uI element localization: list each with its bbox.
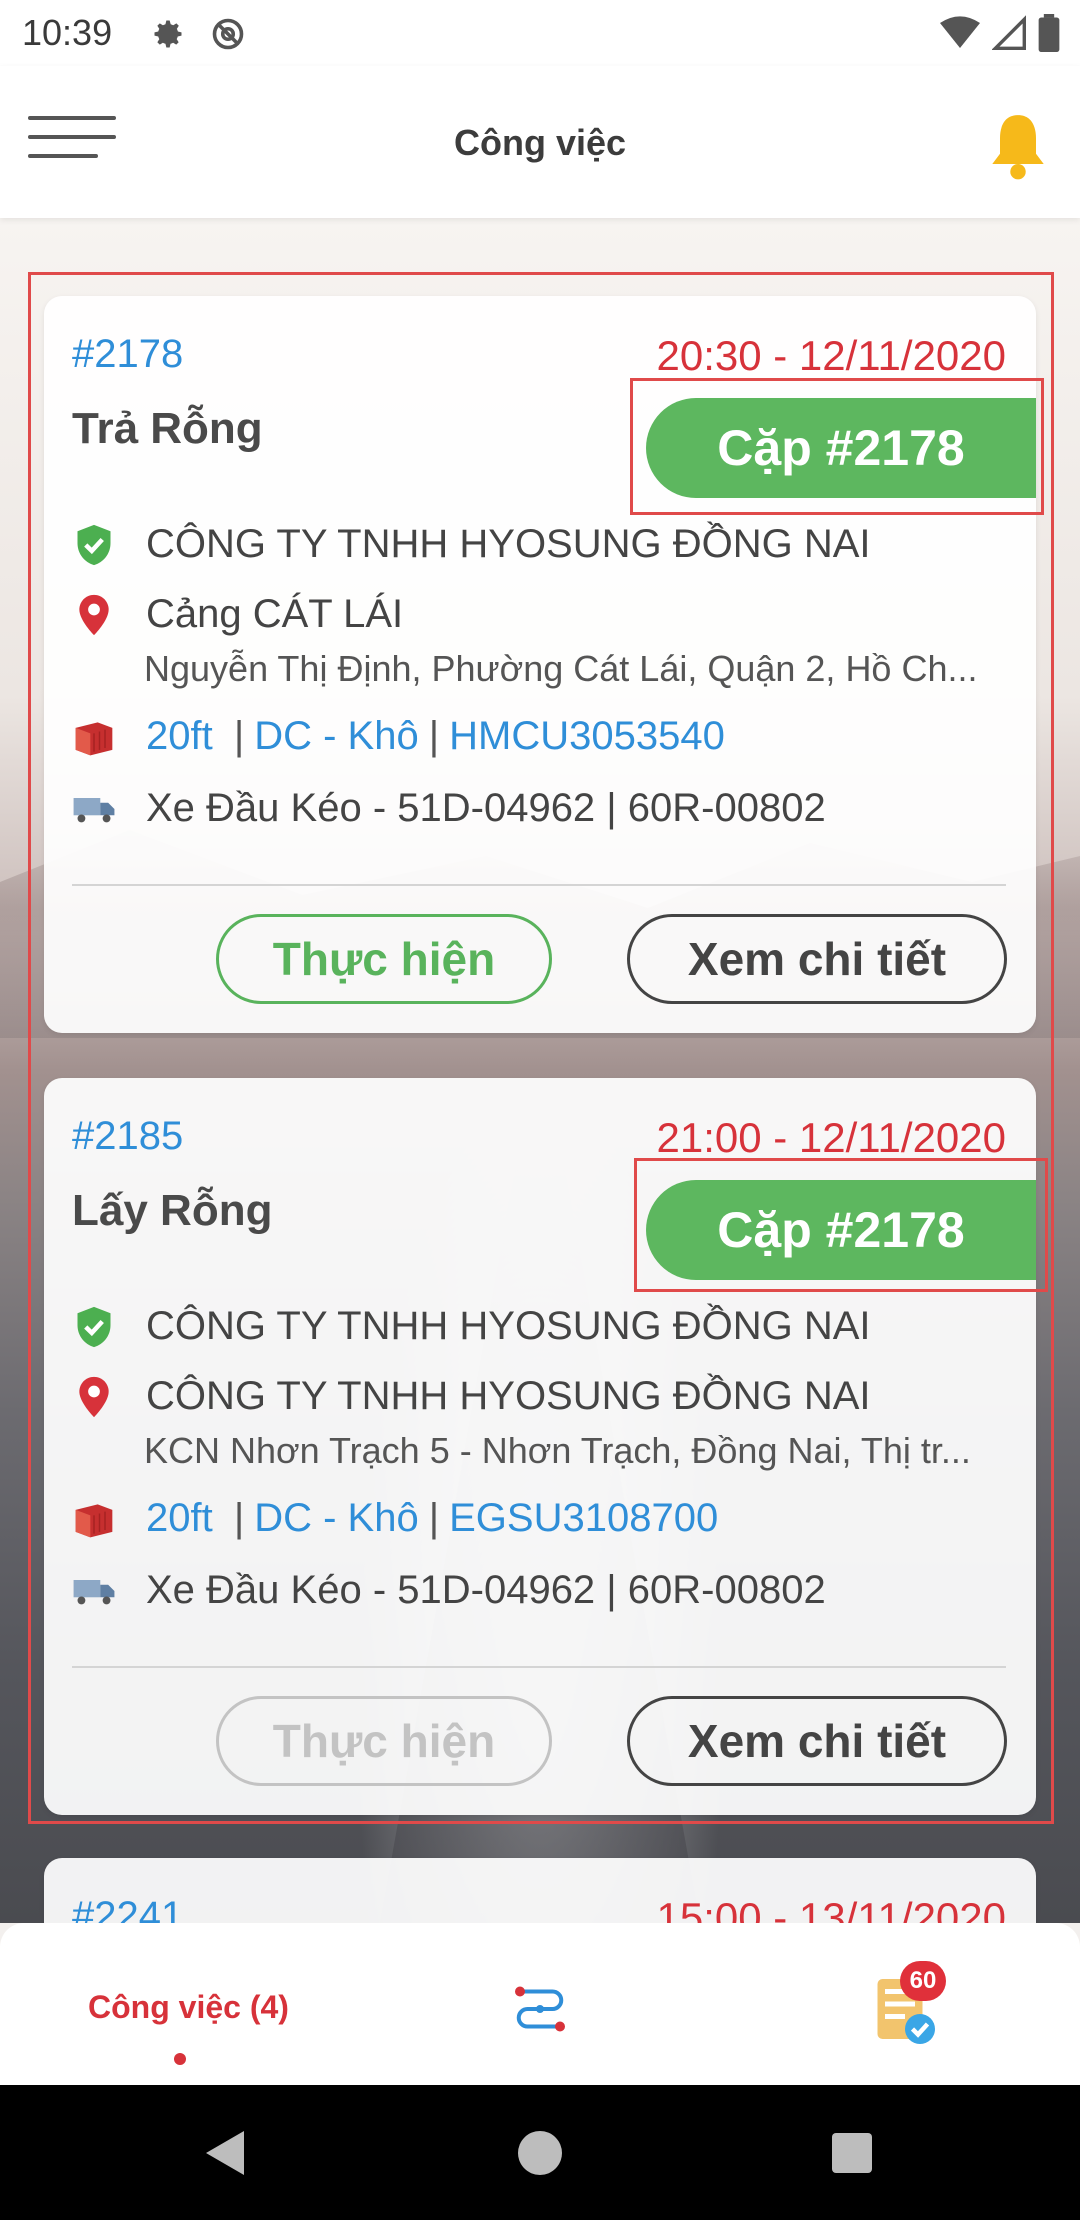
job-card[interactable]: #2185 21:00 - 12/11/2020 Lấy Rỗng Cặp #2… [44,1078,1036,1815]
location-address: KCN Nhơn Trạch 5 - Nhơn Trạch, Đồng Nai,… [144,1430,971,1471]
separator: | [222,714,245,758]
job-datetime: 20:30 - 12/11/2020 [656,332,1006,379]
tab-jobs[interactable]: Công việc (4) [88,1989,289,2026]
page-title: Công việc [453,122,627,163]
container-size: 20ft [146,1496,213,1540]
container-row: 20ft | DC - Khô | HMCU3053540 [72,714,1006,759]
system-navigation-bar [0,2085,1080,2220]
separator: | [428,1496,440,1540]
view-details-button[interactable]: Xem chi tiết [627,914,1007,1004]
battery-icon [1038,14,1060,52]
container-icon [75,1503,113,1537]
status-time: 10:39 [22,12,113,53]
shield-check-icon [77,1306,111,1347]
vehicle-info: Xe Đầu Kéo - 51D-04962 | 60R-00802 [146,786,826,830]
job-card[interactable]: #2178 20:30 - 12/11/2020 Trả Rỗng Cặp #2… [44,296,1036,1033]
company-name: CÔNG TY TNHH HYOSUNG ĐỒNG NAI [146,522,871,566]
bell-icon[interactable] [986,110,1050,182]
home-icon[interactable] [518,2131,562,2175]
company-row: CÔNG TY TNHH HYOSUNG ĐỒNG NAI [72,522,1006,567]
location-row: CÔNG TY TNHH HYOSUNG ĐỒNG NAI [72,1374,1006,1419]
container-row: 20ft | DC - Khô | EGSU3108700 [72,1496,1006,1541]
location-row: Cảng CÁT LÁI [72,592,1006,637]
map-pin-icon [79,1376,109,1417]
container-type: DC - Khô [254,714,419,758]
separator: | [428,714,440,758]
container-size: 20ft [146,714,213,758]
signal-icon [992,15,1026,50]
location-name: CÔNG TY TNHH HYOSUNG ĐỒNG NAI [146,1374,871,1418]
view-details-button[interactable]: Xem chi tiết [627,1696,1007,1786]
location-address: Nguyễn Thị Định, Phường Cát Lái, Quận 2,… [144,648,978,689]
card-divider [72,1666,1006,1668]
pair-button[interactable]: Cặp #2178 [646,398,1036,498]
job-number[interactable]: #2185 [72,1114,183,1159]
location-name: Cảng CÁT LÁI [146,592,404,636]
back-icon[interactable] [206,2131,244,2175]
map-pin-icon [79,594,109,635]
truck-icon [73,797,115,822]
pair-button[interactable]: Cặp #2178 [646,1180,1036,1280]
job-datetime: 21:00 - 12/11/2020 [656,1114,1006,1161]
execute-button-disabled[interactable]: Thực hiện [216,1696,552,1786]
job-type: Lấy Rỗng [72,1186,273,1235]
active-tab-indicator [174,2053,186,2065]
separator: | [222,1496,245,1540]
app-bar: Công việc [0,66,1080,218]
settings-icon [154,20,182,48]
vehicle-info: Xe Đầu Kéo - 51D-04962 | 60R-00802 [146,1568,826,1612]
wifi-icon [940,16,980,48]
container-code: HMCU3053540 [449,714,725,758]
at-sign-icon [212,18,244,50]
route-icon[interactable] [510,1979,570,2039]
execute-button[interactable]: Thực hiện [216,914,552,1004]
shield-check-icon [77,524,111,565]
vehicle-row: Xe Đầu Kéo - 51D-04962 | 60R-00802 [72,1568,1006,1613]
company-row: CÔNG TY TNHH HYOSUNG ĐỒNG NAI [72,1304,1006,1349]
job-type: Trả Rỗng [72,404,263,453]
container-code: EGSU3108700 [449,1496,719,1540]
bottom-navigation: Công việc (4) 60 [0,1923,1080,2085]
status-bar: 10:39 [0,0,1080,66]
recent-apps-icon[interactable] [832,2133,872,2173]
vehicle-row: Xe Đầu Kéo - 51D-04962 | 60R-00802 [72,786,1006,831]
documents-badge: 60 [900,1961,946,2001]
container-icon [75,721,113,755]
company-name: CÔNG TY TNHH HYOSUNG ĐỒNG NAI [146,1304,871,1348]
container-type: DC - Khô [254,1496,419,1540]
card-divider [72,884,1006,886]
truck-icon [73,1579,115,1604]
job-number[interactable]: #2178 [72,332,183,377]
